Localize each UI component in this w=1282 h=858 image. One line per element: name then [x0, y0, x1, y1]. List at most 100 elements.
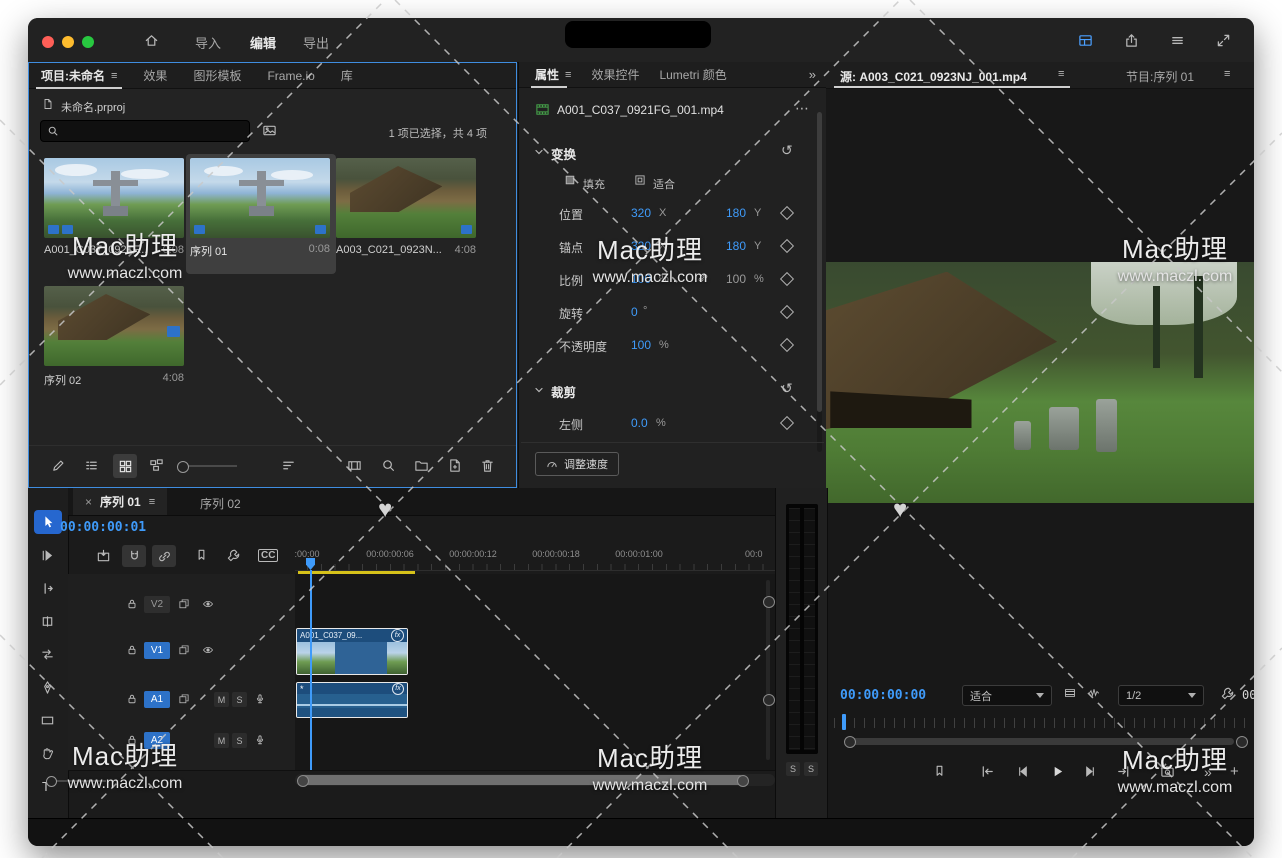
- track-lane-v2[interactable]: [295, 585, 775, 626]
- track-lane-a2[interactable]: [295, 722, 775, 761]
- lock-icon[interactable]: [126, 693, 138, 705]
- meter-solo-left[interactable]: S: [786, 762, 800, 776]
- v-scroll-handle-top[interactable]: [763, 596, 775, 608]
- eye-icon[interactable]: [202, 644, 214, 656]
- zoom-handle-left[interactable]: [844, 736, 856, 748]
- list-item[interactable]: A003_C021_0923N... 4:08: [336, 158, 480, 270]
- lock-icon[interactable]: [126, 644, 138, 656]
- track-header-a1[interactable]: A1 M S: [68, 678, 295, 723]
- lock-icon[interactable]: [126, 598, 138, 610]
- tab-effect-controls[interactable]: 效果控件: [591, 66, 639, 83]
- insert-sequence-icon[interactable]: [96, 548, 111, 563]
- rectangle-tool[interactable]: [40, 713, 55, 728]
- track-select-forward-tool[interactable]: [40, 548, 55, 563]
- horizontal-scrollbar[interactable]: [295, 774, 775, 786]
- linked-selection-toggle[interactable]: [152, 545, 176, 567]
- sort-icon[interactable]: [281, 458, 296, 473]
- pencil-icon[interactable]: [51, 458, 66, 473]
- automate-sequence-icon[interactable]: [347, 458, 362, 473]
- source-video-frame[interactable]: [826, 262, 1254, 503]
- tab-sequence-02[interactable]: 序列 02: [200, 495, 241, 512]
- project-file-name[interactable]: 未命名.prproj: [61, 99, 125, 115]
- close-tab-icon[interactable]: ×: [85, 495, 92, 509]
- timeline-settings-wrench-icon[interactable]: [226, 548, 241, 563]
- close-button[interactable]: [42, 36, 54, 48]
- crop-section-title[interactable]: 裁剪: [551, 382, 576, 401]
- list-view-icon[interactable]: [84, 458, 99, 473]
- anchor-y-value[interactable]: 180: [726, 239, 746, 253]
- hand-tool[interactable]: [40, 746, 55, 761]
- sync-lock-icon[interactable]: [178, 598, 190, 610]
- rotation-value[interactable]: 0: [631, 305, 638, 319]
- zoom-level-select[interactable]: 适合: [962, 685, 1052, 706]
- export-frame-icon[interactable]: [1160, 764, 1175, 779]
- track-header-a2[interactable]: A2 M S: [68, 722, 295, 761]
- fill-label[interactable]: 填充: [583, 176, 605, 192]
- playback-resolution-select[interactable]: 1/2: [1118, 685, 1204, 706]
- mute-button[interactable]: M: [214, 733, 229, 748]
- solo-button[interactable]: S: [232, 692, 247, 707]
- list-item[interactable]: 序列 02 4:08: [44, 286, 188, 398]
- keyframe-toggle-icon[interactable]: [780, 239, 794, 253]
- button-editor-more-icon[interactable]: »: [1204, 764, 1212, 780]
- keyframe-toggle-icon[interactable]: [780, 305, 794, 319]
- scale-w-value[interactable]: 100: [631, 272, 651, 286]
- adjust-speed-button[interactable]: 调整速度: [535, 452, 619, 476]
- track-header-v1[interactable]: V1: [68, 625, 295, 679]
- meter-solo-right[interactable]: S: [804, 762, 818, 776]
- source-timecode[interactable]: 00:00:00:00: [840, 688, 926, 703]
- add-marker-icon[interactable]: [932, 764, 947, 779]
- panel-menu-icon[interactable]: ≡: [1224, 68, 1230, 80]
- keyframe-toggle-icon[interactable]: [780, 272, 794, 286]
- track-height-slider[interactable]: [48, 780, 106, 782]
- go-to-in-icon[interactable]: [980, 764, 995, 779]
- h-scroll-handle-left[interactable]: [297, 775, 309, 787]
- video-clip[interactable]: A001_C037_09... fx: [296, 628, 408, 675]
- lock-icon[interactable]: [126, 734, 138, 746]
- razor-tool[interactable]: [40, 614, 55, 629]
- track-target-v2[interactable]: V2: [144, 596, 170, 613]
- track-target-v1[interactable]: V1: [144, 642, 170, 659]
- slip-tool[interactable]: [40, 647, 55, 662]
- scale-h-value[interactable]: 100: [726, 272, 746, 286]
- properties-scrollbar[interactable]: [817, 112, 822, 452]
- keyframe-toggle-icon[interactable]: [780, 206, 794, 220]
- fit-icon[interactable]: [634, 174, 646, 186]
- tab-program-monitor[interactable]: 节目:序列 01: [1126, 68, 1194, 85]
- overflow-tabs-icon[interactable]: »: [809, 67, 816, 82]
- tab-effects[interactable]: 效果: [143, 67, 167, 84]
- go-to-out-icon[interactable]: [1116, 764, 1131, 779]
- tab-sequence-01[interactable]: × 序列 01 ≡: [73, 488, 167, 515]
- v-scroll-handle-bottom[interactable]: [763, 694, 775, 706]
- h-scroll-handle-right[interactable]: [737, 775, 749, 787]
- captions-icon[interactable]: CC: [258, 549, 278, 562]
- tab-lumetri-color[interactable]: Lumetri 颜色: [659, 66, 726, 83]
- freeform-view-icon[interactable]: [149, 458, 164, 473]
- quick-export-icon[interactable]: [1122, 31, 1140, 49]
- tab-properties[interactable]: 属性: [535, 66, 559, 83]
- zoom-button[interactable]: [82, 36, 94, 48]
- media-browser-icon[interactable]: [262, 123, 277, 138]
- playhead-line[interactable]: [310, 570, 312, 770]
- ripple-edit-tool[interactable]: [40, 581, 55, 596]
- fullscreen-icon[interactable]: [1214, 31, 1232, 49]
- drag-video-icon[interactable]: [1064, 687, 1076, 699]
- audio-clip[interactable]: * fx: [296, 682, 408, 718]
- search-input[interactable]: [40, 120, 250, 142]
- chevron-down-icon[interactable]: [533, 146, 545, 158]
- play-button[interactable]: [1048, 762, 1066, 780]
- menu-icon[interactable]: [1168, 31, 1186, 49]
- keyframe-toggle-icon[interactable]: [780, 416, 794, 430]
- link-icon[interactable]: [697, 272, 709, 284]
- sync-lock-icon[interactable]: [178, 693, 190, 705]
- tab-graphics-templates[interactable]: 图形模板: [193, 67, 241, 84]
- step-back-icon[interactable]: [1015, 764, 1030, 779]
- panel-menu-icon[interactable]: ≡: [149, 496, 155, 508]
- transform-section-title[interactable]: 变换: [551, 144, 576, 163]
- workspaces-icon[interactable]: [1076, 31, 1094, 49]
- zoom-handle-right[interactable]: [1236, 736, 1248, 748]
- reset-icon[interactable]: ↺: [781, 380, 793, 397]
- pen-tool[interactable]: [40, 680, 55, 695]
- minimize-button[interactable]: [62, 36, 74, 48]
- crop-left-value[interactable]: 0.0: [631, 416, 648, 430]
